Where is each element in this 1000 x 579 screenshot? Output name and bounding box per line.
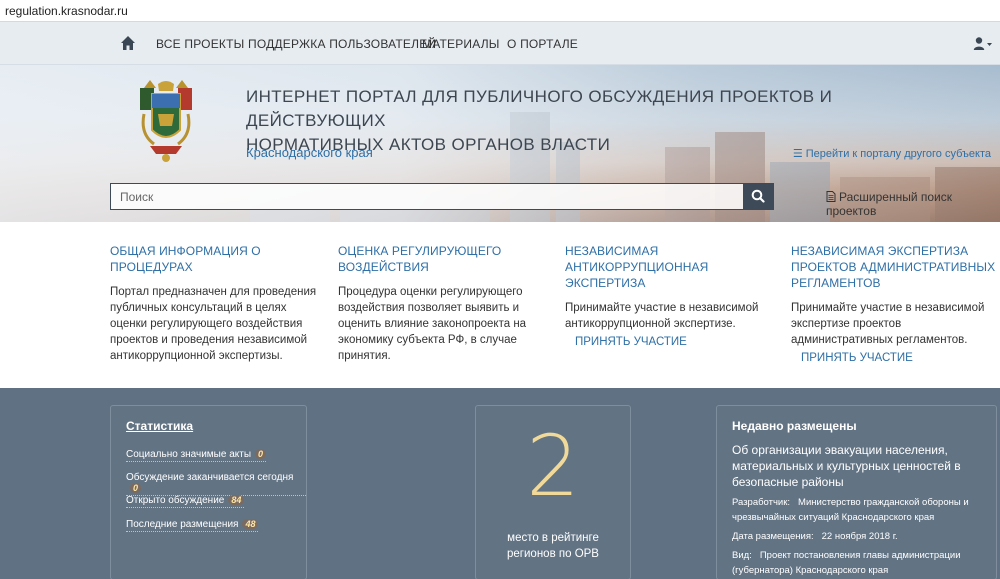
info-column-anticorruption: НЕЗАВИСИМАЯ АНТИКОРРУПЦИОННАЯ ЭКСПЕРТИЗА… (565, 243, 770, 348)
column-title[interactable]: ОЦЕНКА РЕГУЛИРУЮЩЕГО ВОЗДЕЙСТВИЯ (338, 243, 538, 275)
info-column-reglaments: НЕЗАВИСИМАЯ ЭКСПЕРТИЗА ПРОЕКТОВ АДМИНИСТ… (791, 243, 996, 364)
hero-banner: ИНТЕРНЕТ ПОРТАЛ ДЛЯ ПУБЛИЧНОГО ОБСУЖДЕНИ… (0, 65, 1000, 222)
info-column-procedures: ОБЩАЯ ИНФОРМАЦИЯ О ПРОЦЕДУРАХ Портал пре… (110, 243, 325, 364)
stat-row[interactable]: Открыто обсуждение 84 (126, 495, 245, 508)
stats-section: Статистика Социально значимые акты 0 Обсу… (0, 388, 1000, 579)
other-portal-link[interactable]: ☰ Перейти к порталу другого субъекта (793, 147, 991, 160)
stat-count: 48 (242, 519, 259, 529)
nav-materials[interactable]: МАТЕРИАЛЫ (422, 37, 500, 51)
recent-panel: Недавно размещены Об организации эвакуац… (716, 405, 997, 579)
stat-row[interactable]: Последние размещения 48 (126, 519, 259, 532)
participate-link[interactable]: ПРИНЯТЬ УЧАСТИЕ (801, 352, 996, 364)
top-navigation: ВСЕ ПРОЕКТЫ ПОДДЕРЖКА ПОЛЬЗОВАТЕЛЕЙ МАТЕ… (0, 22, 1000, 65)
search-input[interactable] (111, 184, 743, 209)
statistics-panel: Статистика Социально значимые акты 0 Обсу… (110, 405, 307, 579)
search-icon (751, 189, 765, 203)
nav-all-projects[interactable]: ВСЕ ПРОЕКТЫ (156, 37, 244, 51)
column-text: Портал предназначен для проведения публи… (110, 286, 317, 362)
home-icon[interactable] (120, 35, 136, 51)
search-button[interactable] (743, 184, 773, 209)
nav-user-support[interactable]: ПОДДЕРЖКА ПОЛЬЗОВАТЕЛЕЙ (248, 37, 436, 51)
recent-item-title[interactable]: Об организации эвакуации населения, мате… (732, 442, 982, 490)
column-title[interactable]: НЕЗАВИСИМАЯ АНТИКОРРУПЦИОННАЯ ЭКСПЕРТИЗА (565, 243, 770, 291)
column-title[interactable]: ОБЩАЯ ИНФОРМАЦИЯ О ПРОЦЕДУРАХ (110, 243, 325, 275)
recent-title: Недавно размещены (732, 419, 857, 433)
user-icon[interactable] (973, 36, 993, 52)
url-text[interactable]: regulation.krasnodar.ru (5, 4, 128, 18)
nav-about[interactable]: О ПОРТАЛЕ (507, 37, 578, 51)
coat-of-arms-logo (140, 80, 192, 162)
recent-developer: Разработчик: Министерство гражданской обо… (732, 497, 969, 523)
stat-row[interactable]: Социально значимые акты 0 (126, 449, 267, 462)
stat-count: 0 (255, 449, 267, 459)
document-icon (826, 191, 836, 202)
browser-url-bar[interactable]: regulation.krasnodar.ru (0, 0, 1000, 22)
column-title[interactable]: НЕЗАВИСИМАЯ ЭКСПЕРТИЗА ПРОЕКТОВ АДМИНИСТ… (791, 243, 996, 291)
advanced-search-link[interactable]: Расширенный поиск проектов (826, 190, 1000, 218)
list-icon: ☰ (792, 148, 803, 160)
stat-row[interactable]: Обсуждение заканчивается сегодня0 (126, 472, 306, 496)
rating-caption: место в рейтинге регионов по ОРВ (507, 532, 599, 560)
recent-date: Дата размещения: 22 ноября 2018 г. (732, 531, 898, 542)
column-text: Процедура оценки регулирующего воздейств… (338, 286, 527, 362)
rating-number: 2 (526, 417, 580, 515)
stat-count: 84 (228, 495, 245, 505)
info-column-orv: ОЦЕНКА РЕГУЛИРУЮЩЕГО ВОЗДЕЙСТВИЯ Процеду… (338, 243, 538, 364)
column-text: Принимайте участие в независимой эксперт… (791, 302, 985, 346)
search-bar (110, 183, 774, 210)
stat-count: 0 (130, 483, 142, 493)
statistics-title[interactable]: Статистика (126, 419, 193, 433)
other-portal-label[interactable]: Перейти к порталу другого субъекта (806, 148, 991, 160)
rating-panel: 2 место в рейтинге регионов по ОРВ (475, 405, 631, 579)
column-text: Принимайте участие в независимой антикор… (565, 302, 759, 330)
participate-link[interactable]: ПРИНЯТЬ УЧАСТИЕ (575, 336, 770, 348)
region-name: Краснодарского края (246, 145, 373, 160)
chevron-down-icon (987, 43, 992, 46)
recent-type: Вид: Проект постановления главы администр… (732, 550, 961, 576)
advanced-search-label[interactable]: Расширенный поиск проектов (826, 190, 952, 218)
